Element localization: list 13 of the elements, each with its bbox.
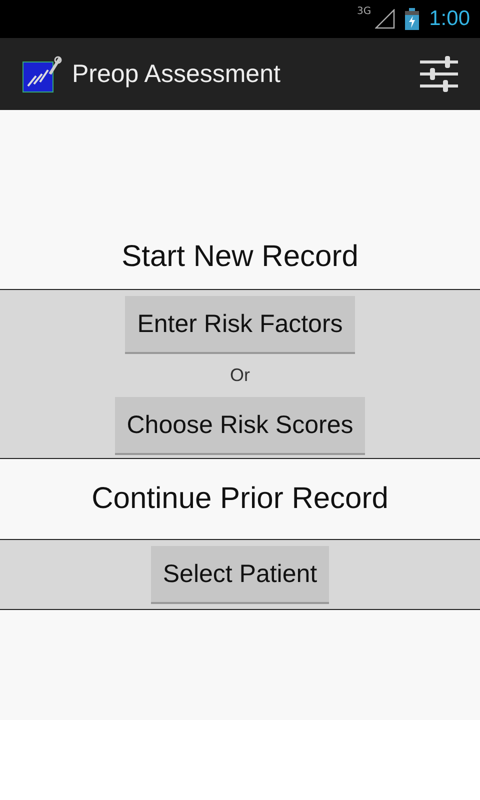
app-title: Preop Assessment bbox=[72, 60, 282, 88]
choose-risk-scores-button[interactable]: Choose Risk Scores bbox=[114, 397, 366, 455]
or-label: Or bbox=[230, 364, 250, 387]
clock: 1:00 bbox=[429, 7, 470, 31]
settings-icon[interactable] bbox=[420, 55, 458, 93]
enter-risk-factors-button[interactable]: Enter Risk Factors bbox=[125, 296, 355, 354]
app-logo-icon bbox=[22, 54, 64, 94]
section-heading: Start New Record bbox=[120, 239, 360, 275]
select-patient-button[interactable]: Select Patient bbox=[150, 546, 330, 604]
section-heading: Continue Prior Record bbox=[90, 481, 390, 517]
network-label: 3G bbox=[357, 6, 372, 17]
battery-icon bbox=[405, 8, 420, 30]
signal-icon bbox=[375, 9, 396, 29]
